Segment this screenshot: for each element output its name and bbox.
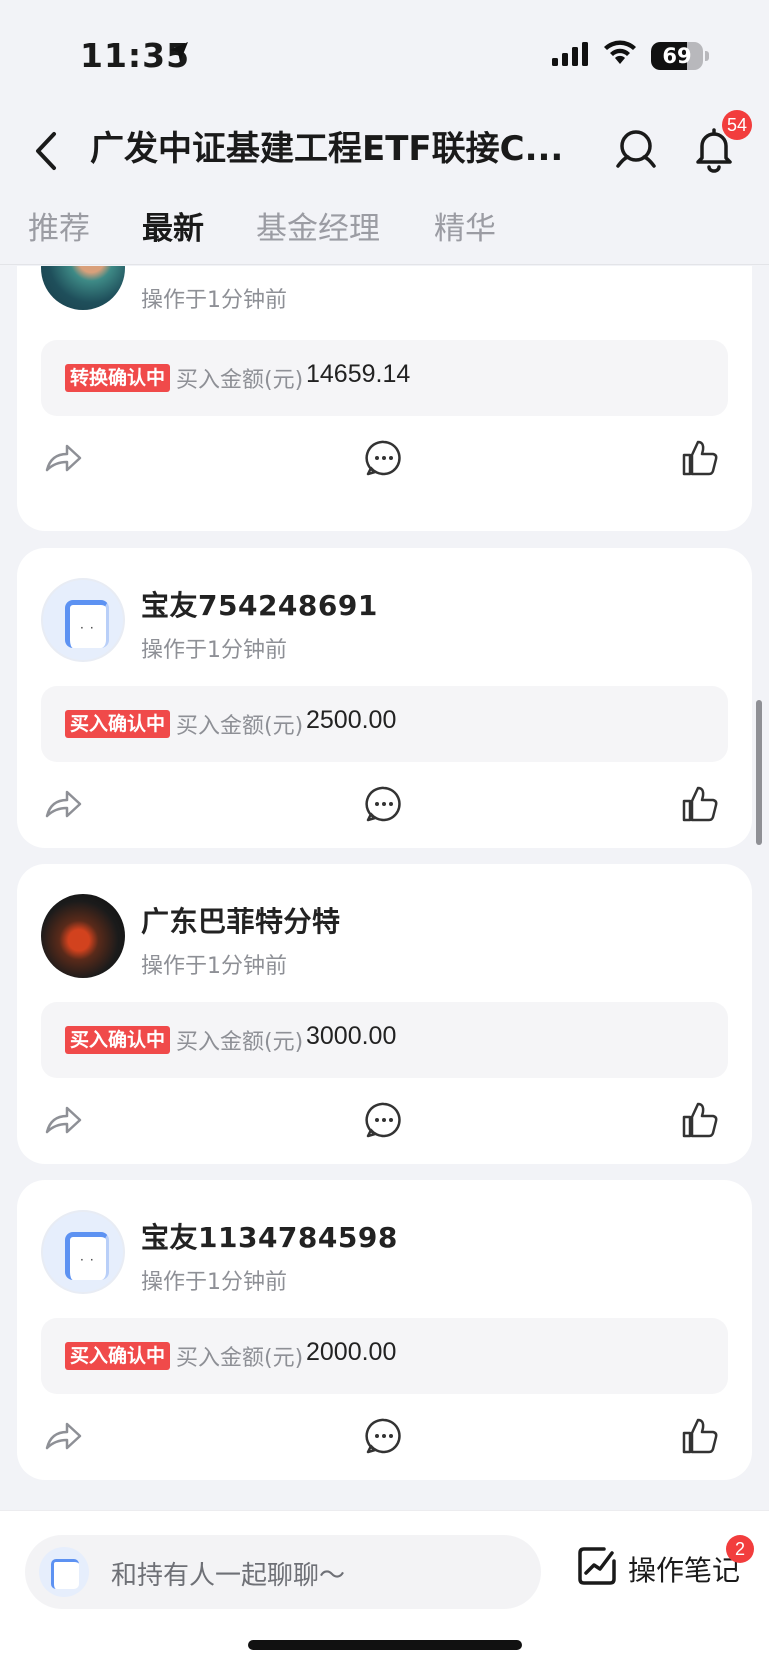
- user-avatar[interactable]: ··: [41, 578, 125, 662]
- post-time: 操作于1分钟前: [141, 1270, 287, 1295]
- post-username[interactable]: 宝友1134784598: [141, 1216, 398, 1256]
- post-card[interactable]: gggfddthbvg 操作于1分钟前 转换确认中 买入金额(元) 14659.…: [17, 266, 752, 531]
- post-username[interactable]: 广东巴菲特分特: [141, 900, 341, 940]
- like-thumb-icon[interactable]: [680, 438, 720, 478]
- post-card[interactable]: 广东巴菲特分特 操作于1分钟前 买入确认中 买入金额(元) 3000.00: [17, 864, 752, 1164]
- nav-header: 广发中证基建工程ETF联接C... 54: [0, 110, 769, 190]
- amount-label: 买入金额(元): [176, 1346, 304, 1371]
- share-icon[interactable]: [43, 1100, 83, 1140]
- post-card[interactable]: ·· 宝友754248691 操作于1分钟前 买入确认中 买入金额(元) 250…: [17, 548, 752, 848]
- amount-label: 买入金额(元): [176, 368, 304, 393]
- comment-icon[interactable]: [364, 784, 404, 824]
- status-tag: 买入确认中: [65, 1026, 171, 1054]
- amount-label: 买入金额(元): [176, 714, 304, 739]
- status-tag: 转换确认中: [65, 364, 171, 392]
- status-tag: 买入确认中: [65, 710, 171, 738]
- post-time: 操作于1分钟前: [141, 288, 287, 313]
- share-icon[interactable]: [43, 1416, 83, 1456]
- amount-value: 3000.00: [306, 1022, 397, 1050]
- amount-value: 14659.14: [306, 360, 411, 388]
- share-icon[interactable]: [43, 438, 83, 478]
- chat-bubble-icon[interactable]: [612, 124, 660, 174]
- amount-value: 2000.00: [306, 1338, 397, 1366]
- comment-icon[interactable]: [364, 1100, 404, 1140]
- operation-box[interactable]: 买入确认中 买入金额(元) 2500.00: [41, 686, 728, 762]
- tab-featured[interactable]: 精华: [434, 203, 496, 248]
- tab-latest[interactable]: 最新: [142, 203, 204, 248]
- back-chevron-icon[interactable]: [28, 126, 64, 176]
- amount-value: 2500.00: [306, 706, 397, 734]
- chat-placeholder: 和持有人一起聊聊～: [111, 1561, 346, 1591]
- notification-badge: 54: [722, 110, 752, 140]
- home-indicator: [248, 1640, 522, 1650]
- comment-icon[interactable]: [364, 438, 404, 478]
- like-thumb-icon[interactable]: [680, 784, 720, 824]
- tab-bar: 推荐 最新 基金经理 精华: [0, 195, 769, 265]
- user-avatar[interactable]: [41, 266, 125, 310]
- wifi-icon: [604, 40, 636, 64]
- post-card[interactable]: ·· 宝友1134784598 操作于1分钟前 买入确认中 买入金额(元) 20…: [17, 1180, 752, 1480]
- comment-icon[interactable]: [364, 1416, 404, 1456]
- operation-box[interactable]: 买入确认中 买入金额(元) 2000.00: [41, 1318, 728, 1394]
- post-time: 操作于1分钟前: [141, 638, 287, 663]
- amount-label: 买入金额(元): [176, 1030, 304, 1055]
- status-bar: 11:35 69: [0, 0, 769, 110]
- chat-input[interactable]: 和持有人一起聊聊～: [25, 1535, 541, 1609]
- share-icon[interactable]: [43, 784, 83, 824]
- status-tag: 买入确认中: [65, 1342, 171, 1370]
- battery-percent: 69: [662, 44, 692, 68]
- operation-box[interactable]: 买入确认中 买入金额(元) 3000.00: [41, 1002, 728, 1078]
- user-avatar[interactable]: ··: [41, 1210, 125, 1294]
- scrollbar[interactable]: [756, 700, 762, 845]
- cellular-signal-icon: [552, 42, 588, 66]
- user-avatar[interactable]: [41, 894, 125, 978]
- tab-recommend[interactable]: 推荐: [28, 203, 90, 248]
- notes-label: 操作笔记: [628, 1554, 741, 1587]
- post-time: 操作于1分钟前: [141, 954, 287, 979]
- post-feed: gggfddthbvg 操作于1分钟前 转换确认中 买入金额(元) 14659.…: [0, 266, 769, 1511]
- battery-icon: 69: [651, 42, 703, 70]
- my-avatar: [39, 1547, 89, 1597]
- page-title: 广发中证基建工程ETF联接C...: [90, 129, 564, 169]
- post-username[interactable]: 宝友754248691: [141, 584, 378, 624]
- tab-fund-manager[interactable]: 基金经理: [256, 203, 380, 248]
- like-thumb-icon[interactable]: [680, 1100, 720, 1140]
- like-thumb-icon[interactable]: [680, 1416, 720, 1456]
- location-arrow-icon: [170, 42, 188, 62]
- notes-chart-icon: [578, 1547, 616, 1585]
- notes-badge: 2: [726, 1535, 754, 1563]
- battery-nub: [705, 51, 709, 61]
- operation-box[interactable]: 转换确认中 买入金额(元) 14659.14: [41, 340, 728, 416]
